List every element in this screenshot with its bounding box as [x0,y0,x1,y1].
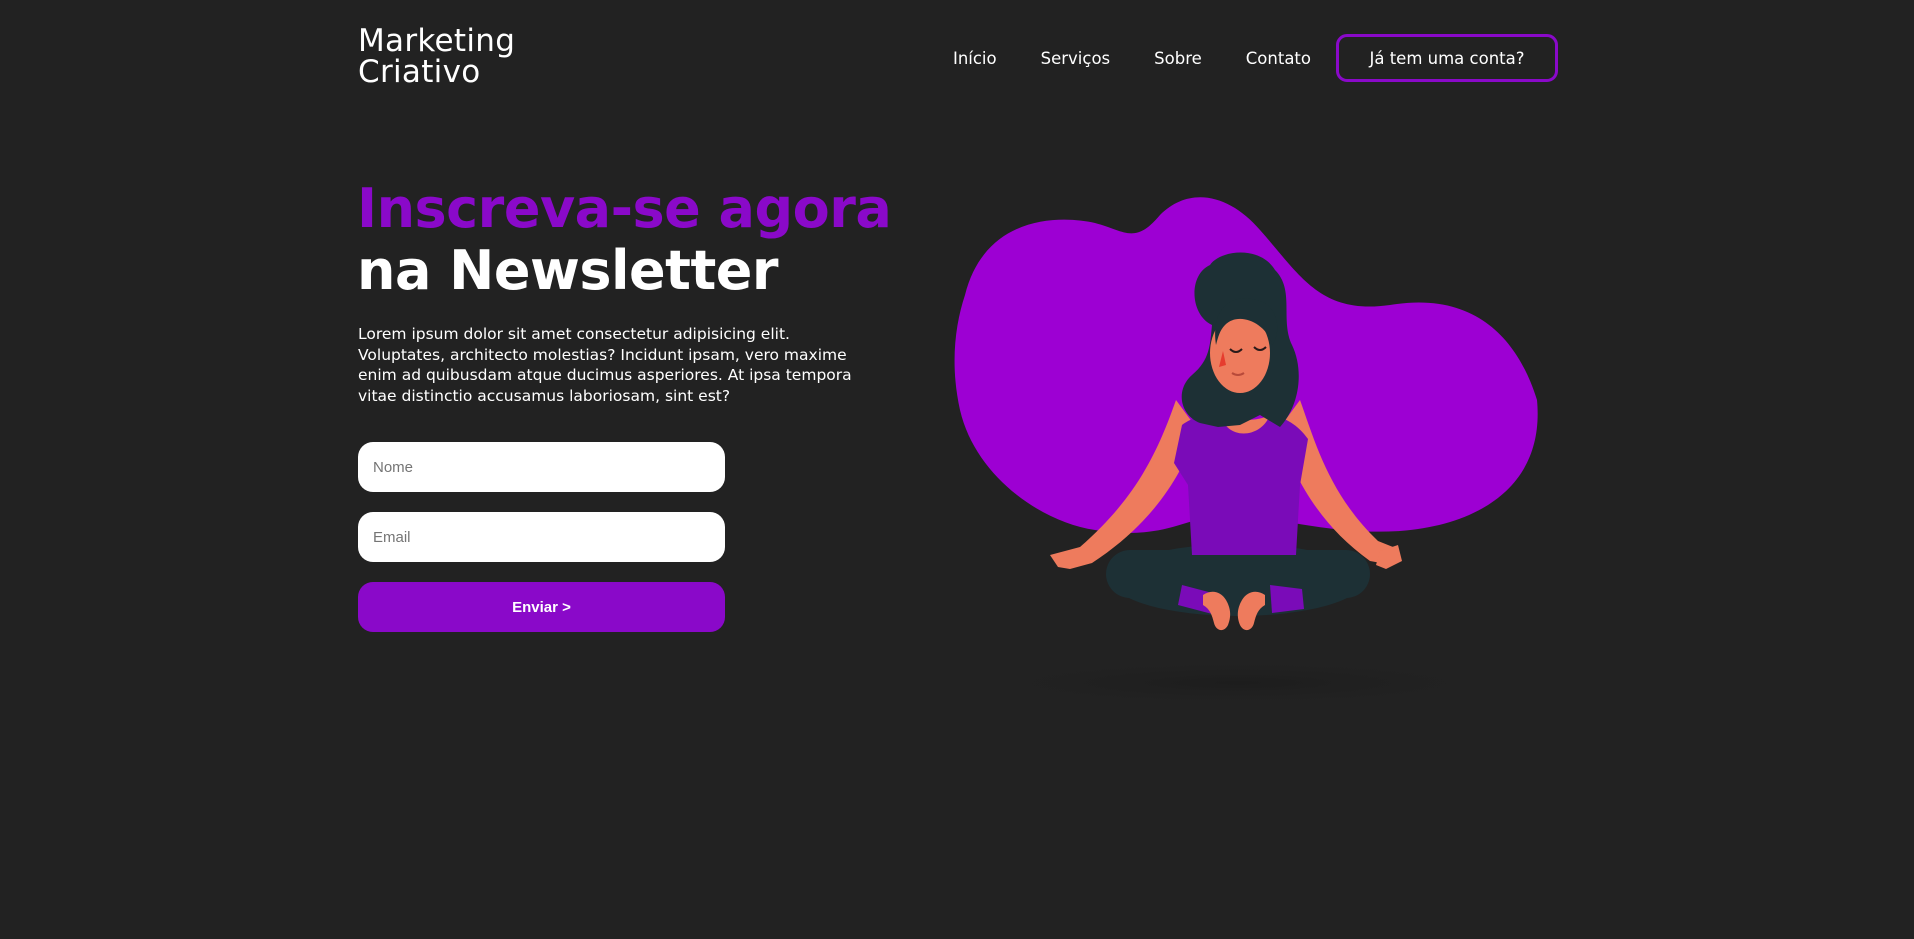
torso-shirt [1174,413,1308,555]
lap-legs-block [1106,550,1370,598]
nav-link-inicio[interactable]: Início [953,49,997,68]
hero-title-accent: Inscreva-se agora [357,177,892,240]
main-nav: Início Serviços Sobre Contato Já tem uma… [953,34,1558,82]
brand-line-2: Criativo [358,54,481,90]
right-foot-sole [1270,585,1304,613]
meditating-woman-illustration [938,197,1538,709]
hero-title-rest: na Newsletter [357,239,779,302]
floor-shadow [938,657,1538,709]
hero-description: Lorem ipsum dolor sit amet consectetur a… [358,325,852,405]
submit-button[interactable]: Enviar > [358,582,725,632]
nav-link-contato[interactable]: Contato [1246,49,1311,68]
nav-link-servicos[interactable]: Serviços [1041,49,1111,68]
hero-title: Inscreva-se agora na Newsletter [357,177,892,302]
login-button[interactable]: Já tem uma conta? [1336,34,1558,82]
brand-logo[interactable]: Marketing Criativo [358,26,515,88]
nav-link-sobre[interactable]: Sobre [1154,49,1202,68]
email-input[interactable] [358,512,725,562]
name-input[interactable] [358,442,725,492]
brand-line-1: Marketing [358,23,516,59]
